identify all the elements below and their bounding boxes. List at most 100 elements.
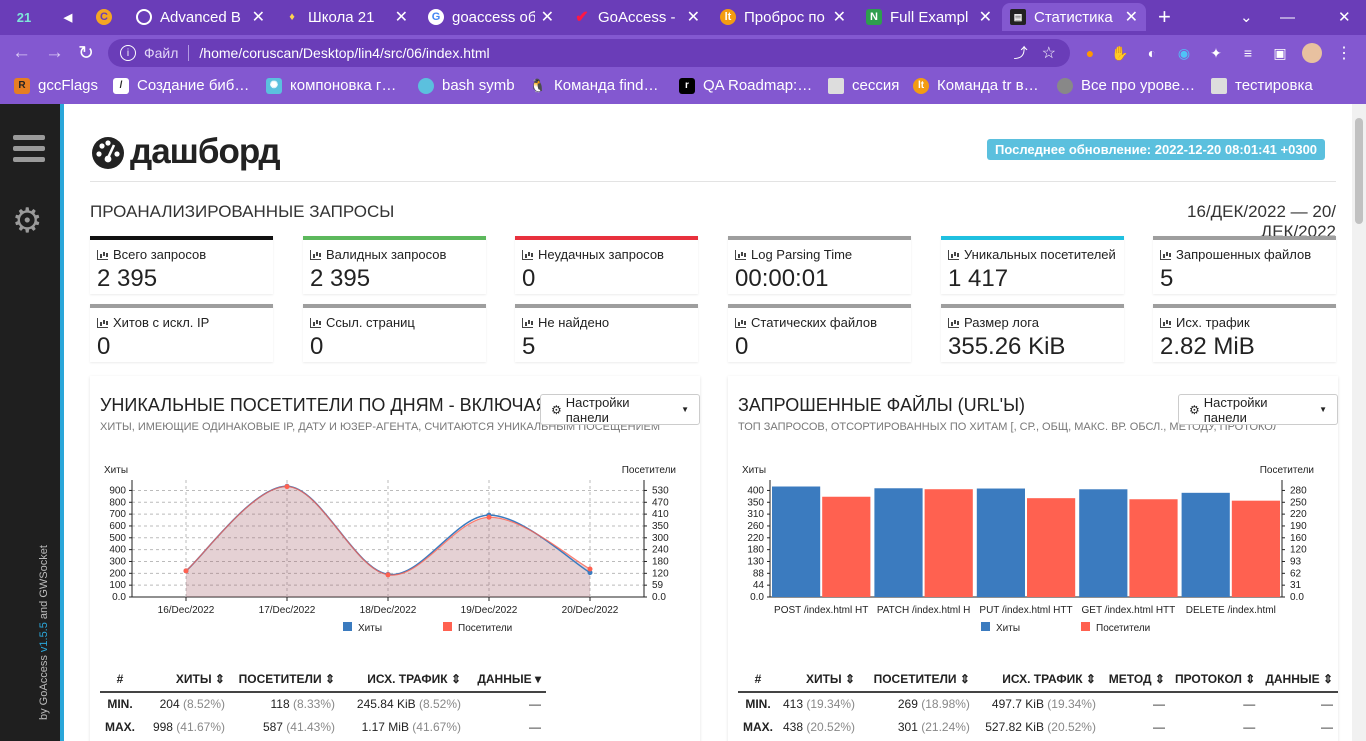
bookmark-folder-session[interactable]: сессия	[828, 77, 899, 94]
forward-arrow-icon[interactable]: →	[45, 42, 64, 64]
tab-statistics[interactable]: ▤ Статистика ✕	[1002, 3, 1146, 31]
info-icon[interactable]: i	[120, 45, 136, 61]
tab-advanced[interactable]: Advanced B ✕	[128, 3, 273, 31]
gear-icon[interactable]: ⚙	[12, 204, 42, 238]
y-tick-right: 120	[652, 568, 669, 579]
card-value: 0	[97, 333, 111, 360]
y-tick-left: 400	[109, 545, 126, 556]
share-icon[interactable]: ⤴	[1014, 43, 1028, 63]
close-icon[interactable]: ✕	[541, 7, 554, 27]
table-cell: —	[1243, 697, 1256, 711]
tab-pinned-21[interactable]: 21	[6, 3, 46, 31]
column-header[interactable]: ПОСЕТИТЕЛИ ⇕	[860, 666, 975, 693]
url-text[interactable]: /home/coruscan/Desktop/lin4/src/06/index…	[199, 45, 489, 61]
bar-chart-icon	[310, 249, 321, 260]
tab-school21[interactable]: ♦ Школа 21 ✕	[276, 3, 416, 31]
tab-probros[interactable]: lt Проброс по ✕	[712, 3, 854, 31]
minimize-button[interactable]: —	[1272, 3, 1302, 31]
column-header[interactable]: ПРОТОКОЛ ⇕	[1169, 666, 1261, 693]
legend-swatch-hits	[343, 622, 352, 631]
goaccess-link[interactable]: GoAccess	[38, 655, 50, 705]
bookmark-icon	[418, 77, 434, 94]
extension-stop-icon[interactable]: ✋	[1110, 43, 1130, 63]
y-tick-right: 240	[652, 545, 669, 556]
column-header[interactable]: ИСХ. ТРАФИК ⇕	[974, 666, 1101, 693]
card-label: Запрошенных файлов	[1160, 247, 1311, 262]
avatar[interactable]	[1302, 43, 1322, 63]
tab-pinned-audio[interactable]: ◀	[52, 3, 82, 31]
x-tick-label: 16/Dec/2022	[158, 605, 215, 616]
panel-options-button[interactable]: ⚙ Настройки панели ▼	[540, 394, 700, 425]
bookmark-label: Создание биб…	[137, 77, 250, 94]
bookmark-icon: /	[113, 77, 129, 94]
table-cell: 587 (41.43%)	[262, 719, 335, 734]
address-bar[interactable]: i Файл /home/coruscan/Desktop/lin4/src/0…	[108, 39, 1070, 67]
y-tick-left: 600	[109, 521, 126, 532]
bookmark-levels[interactable]: Все про урове…	[1057, 77, 1195, 94]
close-icon[interactable]: ✕	[395, 7, 408, 27]
column-header[interactable]: ХИТЫ ⇕	[778, 666, 861, 693]
column-header[interactable]: ДАННЫЕ ▾	[466, 666, 546, 693]
divider	[90, 181, 1336, 182]
point-visitors	[486, 514, 492, 520]
scrollbar-thumb[interactable]	[1355, 118, 1363, 224]
kebab-menu-icon[interactable]: ⋮	[1334, 43, 1354, 63]
extension-fox-icon[interactable]: ●	[1080, 43, 1100, 63]
close-icon[interactable]: ✕	[252, 7, 265, 27]
tab-goaccess[interactable]: ✔ GoAccess - I ✕	[566, 3, 708, 31]
tab-full-example[interactable]: N Full Exampl ✕	[858, 3, 1000, 31]
point-visitors	[587, 566, 593, 572]
tab-pinned-c[interactable]: C	[88, 3, 124, 31]
gwsocket-link[interactable]: GWSocket	[38, 545, 50, 598]
extension-globe-icon[interactable]: ◉	[1174, 43, 1194, 63]
version-text: v1.5.5	[38, 622, 50, 653]
bookmark-library[interactable]: / Создание биб…	[113, 77, 249, 94]
close-icon[interactable]: ✕	[1125, 7, 1138, 27]
card-label: Не найдено	[522, 315, 609, 330]
tab-search-button[interactable]: ⌄	[1232, 3, 1262, 31]
x-tick-label: POST /index.html HT	[774, 605, 868, 616]
bookmark-linking[interactable]: ✺ компоновка г…	[266, 77, 396, 94]
column-header[interactable]: ХИТЫ ⇕	[140, 666, 230, 693]
bookmark-bash[interactable]: bash symb	[418, 77, 515, 94]
card-label: Уникальных посетителей	[948, 247, 1116, 262]
close-icon[interactable]: ✕	[687, 7, 700, 27]
panel-options-button[interactable]: ⚙ Настройки панели ▼	[1178, 394, 1338, 425]
tab-goaccess-google[interactable]: G goaccess об ✕	[420, 3, 562, 31]
bookmark-folder-testing[interactable]: тестировка	[1211, 77, 1313, 94]
bar-chart-icon	[310, 317, 321, 328]
y-tick-left: 0.0	[112, 592, 126, 603]
bookmark-find[interactable]: 🐧 Команда find…	[530, 77, 659, 94]
table-cell: 497.7 KiB (19.34%)	[991, 697, 1096, 711]
side-panel-icon[interactable]: ▣	[1270, 43, 1290, 63]
column-header[interactable]: ДАННЫЕ ⇕	[1260, 666, 1338, 693]
legend-label-visitors: Посетители	[458, 623, 512, 634]
y-tick-right: 62	[1290, 568, 1302, 579]
new-tab-button[interactable]: +	[1150, 3, 1180, 31]
scrollbar[interactable]	[1352, 104, 1366, 741]
star-icon[interactable]: ☆	[1042, 43, 1056, 63]
close-window-button[interactable]: ✕	[1330, 3, 1360, 31]
y-tick-left: 220	[747, 533, 764, 544]
extension-dark-icon[interactable]: ◐	[1142, 43, 1162, 63]
bookmark-qa[interactable]: r QA Roadmap:…	[679, 77, 812, 94]
close-icon[interactable]: ✕	[833, 7, 846, 27]
card-label-text: Статических файлов	[751, 315, 877, 330]
extensions-puzzle-icon[interactable]: ✦	[1206, 43, 1226, 63]
close-icon[interactable]: ✕	[979, 7, 992, 27]
hamburger-menu-icon[interactable]	[13, 135, 45, 165]
bookmark-tr[interactable]: lt Команда tr в…	[913, 77, 1039, 94]
reading-list-icon[interactable]: ≡	[1238, 43, 1258, 63]
table-header-row: # ХИТЫ ⇕ ПОСЕТИТЕЛИ ⇕ ИСХ. ТРАФИК ⇕ ДАННЫЕ ▾	[100, 666, 546, 693]
legend-swatch-hits	[981, 622, 990, 631]
column-header[interactable]: МЕТОД ⇕	[1100, 666, 1170, 693]
metric-card: Ссыл. страниц 0	[303, 304, 486, 362]
y-tick-right: 280	[1290, 485, 1307, 496]
column-header[interactable]: ИСХ. ТРАФИК ⇕	[340, 666, 466, 693]
column-header[interactable]: ПОСЕТИТЕЛИ ⇕	[230, 666, 340, 693]
back-arrow-icon[interactable]: ←	[12, 42, 31, 64]
bookmark-gccflags[interactable]: RgccFlags	[14, 77, 98, 94]
reload-icon[interactable]: ↻	[78, 42, 94, 65]
y-tick-left: 180	[747, 545, 764, 556]
card-label-text: Не найдено	[538, 315, 610, 330]
